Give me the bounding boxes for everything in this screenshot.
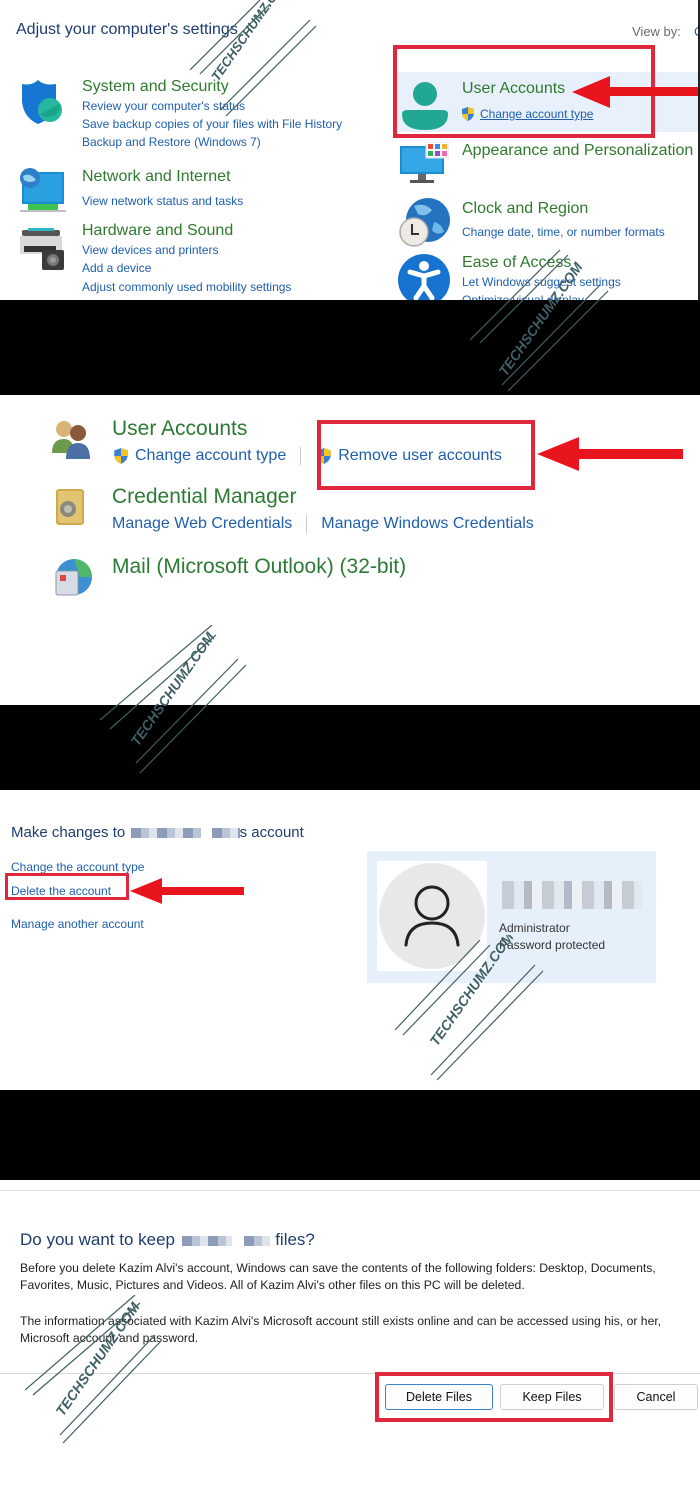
category-link[interactable]: View devices and printers [82, 243, 219, 257]
avatar [379, 863, 485, 969]
network-monitor-icon [20, 168, 66, 212]
category-title[interactable]: Ease of Access [462, 254, 571, 272]
printer-speaker-icon [20, 228, 64, 270]
red-arrow-icon [130, 878, 244, 904]
redacted-name [211, 828, 240, 839]
divider [0, 1190, 700, 1191]
category-link[interactable]: Let Windows suggest settings [462, 275, 621, 289]
clock-globe-icon [399, 198, 450, 247]
page-title: Make changes to s account [11, 824, 304, 841]
category-title[interactable]: Appearance and Personalization [462, 142, 693, 160]
category-link[interactable]: View network status and tasks [82, 194, 243, 208]
redacted-name [131, 828, 202, 839]
manage-another-account-link[interactable]: Manage another account [11, 917, 144, 931]
redacted-name [244, 1235, 271, 1246]
separator-band [0, 300, 700, 395]
redacted-name [181, 1235, 232, 1246]
view-by-label: View by: [632, 24, 681, 39]
person-icon [404, 885, 460, 947]
link-label: Change account type [135, 447, 287, 464]
cancel-button[interactable]: Cancel [614, 1384, 698, 1410]
keep-files-dialog: Do you want to keep files? Before you de… [0, 1180, 700, 1500]
monitor-palette-icon [400, 142, 449, 183]
category-link[interactable]: Change date, time, or number formats [462, 225, 665, 239]
redacted-account-name [502, 881, 642, 909]
item-title[interactable]: User Accounts [112, 417, 247, 441]
title-suffix: s account [239, 824, 304, 841]
category-link[interactable]: Save backup copies of your files with Fi… [82, 117, 342, 131]
account-role: Administrator [499, 921, 570, 935]
category-link[interactable]: Optimize visual display [462, 293, 584, 300]
page-title: Adjust your computer's settings [16, 21, 238, 38]
separator-band [0, 1090, 700, 1180]
change-account-type-link[interactable]: Change account type [112, 447, 286, 465]
category-title[interactable]: System and Security [82, 78, 229, 96]
category-link[interactable]: Add a device [82, 261, 151, 275]
dialog-paragraph: The information associated with Kazim Al… [20, 1314, 662, 1345]
link-separator [306, 515, 308, 533]
category-title[interactable]: Network and Internet [82, 168, 231, 186]
accessibility-icon [398, 254, 450, 300]
user-accounts-screen: User Accounts Change account type Remove… [0, 395, 700, 705]
make-changes-screen: Make changes to s account Change the acc… [0, 790, 700, 1090]
link-separator [300, 447, 302, 465]
item-title[interactable]: Mail (Microsoft Outlook) (32-bit) [112, 555, 406, 579]
dialog-paragraph: Before you delete Kazim Alvi's account, … [20, 1261, 656, 1292]
category-title[interactable]: Hardware and Sound [82, 222, 233, 240]
vault-icon [56, 489, 84, 525]
title-prefix: Do you want to keep [20, 1230, 175, 1249]
users-icon [52, 421, 90, 459]
uac-shield-icon [114, 448, 128, 464]
dialog-title: Do you want to keep files? [20, 1230, 315, 1250]
category-link[interactable]: Adjust commonly used mobility settings [82, 280, 291, 294]
manage-web-credentials-link[interactable]: Manage Web Credentials [112, 515, 292, 533]
item-links: Manage Web Credentials Manage Windows Cr… [112, 515, 534, 533]
manage-windows-credentials-link[interactable]: Manage Windows Credentials [321, 515, 534, 533]
shield-icon [22, 80, 62, 124]
title-prefix: Make changes to [11, 824, 126, 841]
red-arrow-icon [537, 437, 683, 471]
title-suffix: files? [275, 1230, 315, 1249]
account-card: Administrator Password protected [367, 851, 656, 983]
highlight-box-remove-user-accounts [317, 420, 535, 490]
category-title[interactable]: Clock and Region [462, 200, 588, 218]
control-panel-screen: Adjust your computer's settings View by:… [0, 0, 700, 300]
item-title[interactable]: Credential Manager [112, 485, 296, 509]
category-link[interactable]: Review your computer's status [82, 99, 245, 113]
highlight-box-file-buttons [375, 1372, 613, 1422]
highlight-box-delete-account [5, 873, 129, 900]
separator-band [0, 705, 700, 790]
category-link[interactable]: Backup and Restore (Windows 7) [82, 135, 261, 149]
red-arrow-icon [572, 76, 698, 108]
mail-icon [55, 559, 92, 596]
change-account-type-link[interactable]: Change the account type [11, 860, 144, 874]
account-password-status: Password protected [499, 938, 606, 952]
